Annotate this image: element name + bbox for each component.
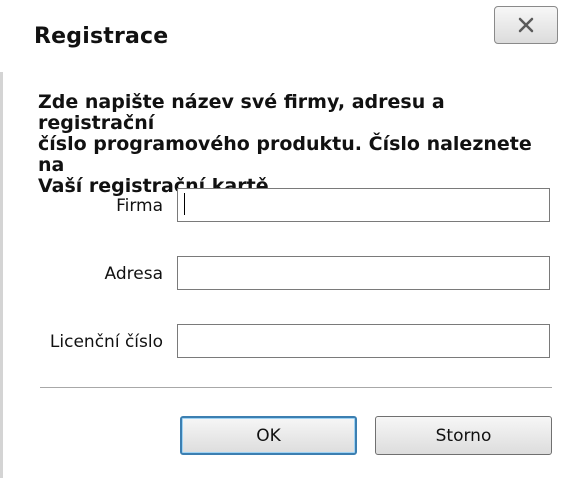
adresa-label: Adresa [104, 264, 163, 284]
licence-number-input[interactable] [178, 325, 549, 357]
window-title: Registrace [34, 24, 169, 49]
separator-highlight [40, 388, 552, 389]
firma-label: Firma [116, 196, 163, 216]
adresa-input[interactable] [178, 257, 549, 289]
title-bar: Registrace [0, 0, 575, 72]
close-icon [518, 17, 534, 33]
licence-number-label: Licenční číslo [49, 332, 163, 352]
instruction-line-1: Zde napište název své firmy, adresu a re… [38, 91, 445, 134]
text-caret [184, 193, 185, 215]
ok-button[interactable]: OK [180, 416, 357, 455]
firma-input[interactable] [178, 189, 549, 221]
adresa-field[interactable] [177, 256, 550, 290]
instruction-text: Zde napište název své firmy, adresu a re… [38, 92, 563, 197]
cancel-button[interactable]: Storno [375, 416, 552, 455]
firma-field[interactable] [177, 188, 550, 222]
licence-number-field[interactable] [177, 324, 550, 358]
registration-dialog: Registrace Zde napište název své firmy, … [0, 0, 575, 478]
close-button[interactable] [494, 6, 558, 44]
instruction-line-2: číslo programového produktu. Číslo nalez… [38, 133, 532, 176]
